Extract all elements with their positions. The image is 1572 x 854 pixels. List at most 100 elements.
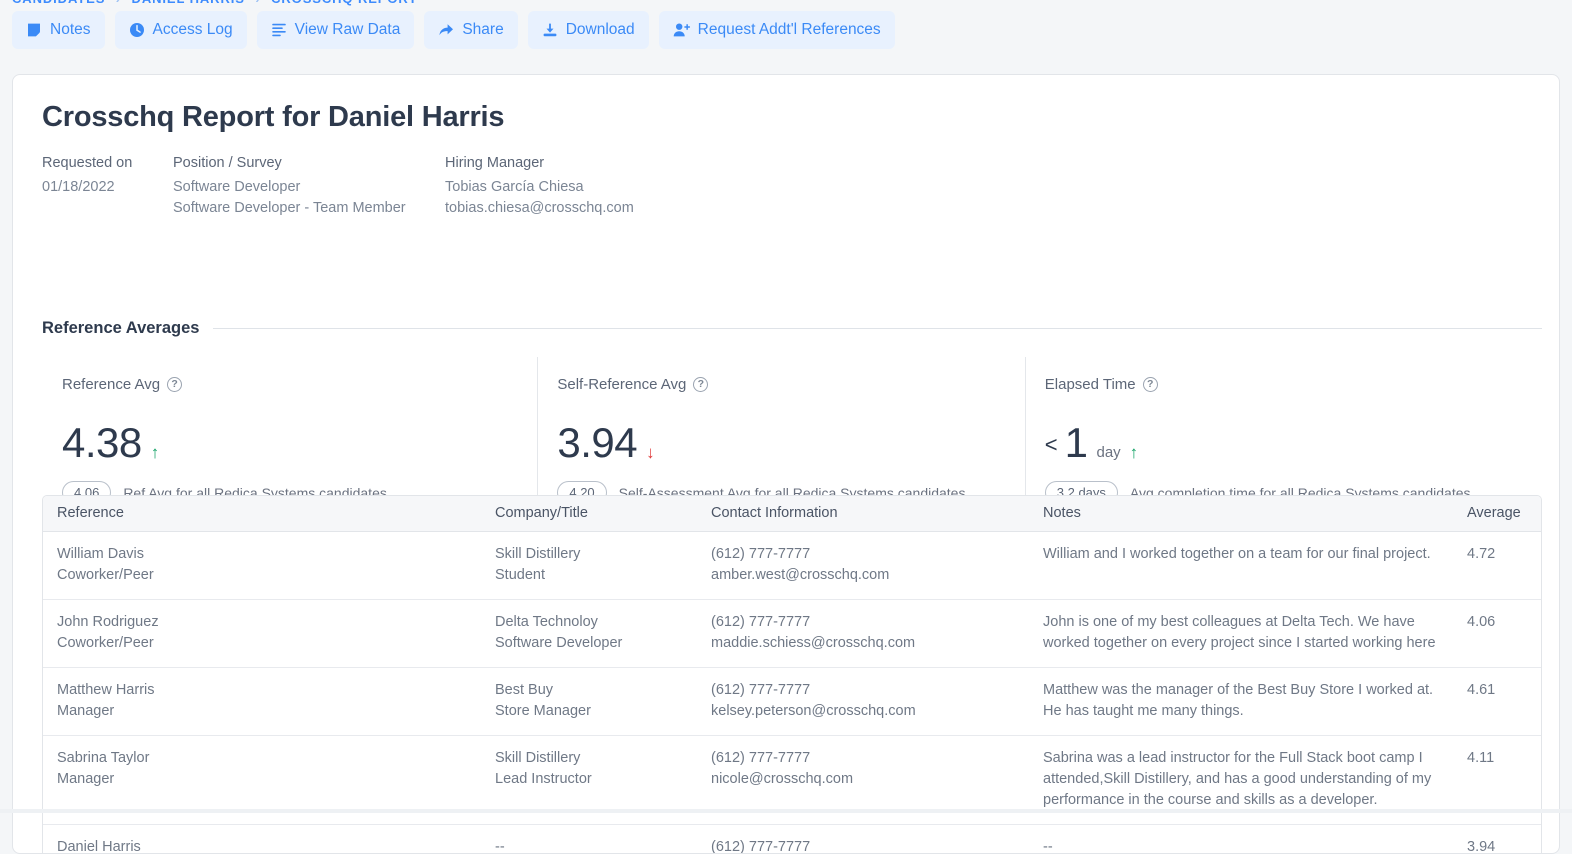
- column-header-contact[interactable]: Contact Information: [697, 496, 1029, 532]
- cell-reference-line-0: Matthew Harris: [57, 680, 467, 701]
- meta-value: Software Developer - Team Member: [173, 198, 445, 219]
- help-icon[interactable]: ?: [167, 377, 182, 392]
- note-icon: [26, 22, 42, 38]
- trend-up-icon: ↑: [1130, 442, 1139, 464]
- cell-company: --: [481, 825, 697, 854]
- cell-average: 3.94: [1453, 825, 1542, 854]
- download-button[interactable]: Download: [528, 11, 649, 49]
- cell-average: 4.61: [1453, 668, 1542, 736]
- help-icon[interactable]: ?: [1143, 377, 1158, 392]
- cell-average-line-0: 4.11: [1467, 748, 1542, 769]
- breadcrumb-separator: ›: [255, 0, 260, 6]
- cell-company-line-1: Student: [495, 565, 683, 586]
- meta-value: 01/18/2022: [42, 177, 173, 198]
- table-row[interactable]: Matthew HarrisManagerBest BuyStore Manag…: [43, 668, 1542, 736]
- table-row[interactable]: Daniel HarrisSelf -- (612) 777-7777tobias.…: [43, 825, 1542, 854]
- cell-average-line-0: 4.72: [1467, 544, 1542, 565]
- column-header-reference[interactable]: Reference: [43, 496, 481, 532]
- cell-notes: --: [1029, 825, 1453, 854]
- request-additional-references-button-label: Request Addt'l References: [698, 22, 881, 38]
- cell-notes: Matthew was the manager of the Best Buy …: [1029, 668, 1453, 736]
- trend-down-icon: ↓: [646, 442, 655, 464]
- stat-header: Reference Avg ?: [62, 376, 537, 393]
- table-head: Reference Company/Title Contact Informat…: [43, 496, 1542, 532]
- column-header-company[interactable]: Company/Title: [481, 496, 697, 532]
- cell-reference-line-0: William Davis: [57, 544, 467, 565]
- cell-notes-line-0: John is one of my best colleagues at Del…: [1043, 612, 1439, 654]
- download-button-label: Download: [566, 22, 635, 38]
- cell-company-line-0: --: [495, 837, 683, 854]
- breadcrumb-separator: ›: [116, 0, 121, 6]
- stat-value: 3.94: [557, 422, 637, 464]
- meta-group-position-survey: Position / Survey Software Developer Sof…: [173, 155, 445, 219]
- breadcrumb-item-2: CROSSCHQ REPORT: [271, 0, 417, 6]
- cell-company-line-1: Software Developer: [495, 633, 683, 654]
- breadcrumb[interactable]: CANDIDATES › DANIEL HARRIS › CROSSCHQ RE…: [12, 0, 418, 7]
- table-row[interactable]: John RodriguezCoworker/PeerDelta Technol…: [43, 600, 1542, 668]
- breadcrumb-item-0[interactable]: CANDIDATES: [12, 0, 105, 6]
- cell-contact-line-0: (612) 777-7777: [711, 612, 1015, 633]
- meta-group-requested-on: Requested on 01/18/2022: [42, 155, 173, 219]
- meta-label: Hiring Manager: [445, 155, 634, 171]
- cell-company-line-0: Skill Distillery: [495, 748, 683, 769]
- meta-group-hiring-manager: Hiring Manager Tobias García Chiesa tobi…: [445, 155, 634, 219]
- view-raw-data-button-label: View Raw Data: [295, 22, 401, 38]
- table-body: William DavisCoworker/PeerSkill Distille…: [43, 532, 1542, 854]
- stat-title: Reference Avg: [62, 376, 160, 393]
- column-header-notes[interactable]: Notes: [1029, 496, 1453, 532]
- stat-unit: day: [1096, 442, 1120, 464]
- cell-reference: Daniel HarrisSelf: [43, 825, 481, 854]
- cell-company-line-0: Best Buy: [495, 680, 683, 701]
- cell-notes-line-0: Matthew was the manager of the Best Buy …: [1043, 680, 1439, 722]
- stat-value-prefix: <: [1045, 426, 1058, 464]
- cell-notes-line-0: --: [1043, 837, 1439, 854]
- breadcrumb-item-1[interactable]: DANIEL HARRIS: [132, 0, 245, 6]
- cell-average: 4.72: [1453, 532, 1542, 600]
- references-table-container: Reference Company/Title Contact Informat…: [42, 495, 1542, 854]
- help-icon[interactable]: ?: [693, 377, 708, 392]
- cell-company: Best BuyStore Manager: [481, 668, 697, 736]
- cell-company-line-1: Lead Instructor: [495, 769, 683, 790]
- cell-notes: John is one of my best colleagues at Del…: [1029, 600, 1453, 668]
- cell-average-line-0: 4.06: [1467, 612, 1542, 633]
- cell-reference: William DavisCoworker/Peer: [43, 532, 481, 600]
- share-button[interactable]: Share: [424, 11, 517, 49]
- stat-value-row: 3.94 ↓: [557, 418, 1024, 464]
- cell-contact: (612) 777-7777tobias.chiesa+danielharris…: [697, 825, 1029, 854]
- table-header-row: Reference Company/Title Contact Informat…: [43, 496, 1542, 532]
- cell-average-line-0: 3.94: [1467, 837, 1542, 854]
- cell-company: Skill DistilleryStudent: [481, 532, 697, 600]
- cell-contact-line-0: (612) 777-7777: [711, 680, 1015, 701]
- meta-value-email: tobias.chiesa@crosschq.com: [445, 198, 634, 219]
- cell-contact-line-1: kelsey.peterson@crosschq.com: [711, 701, 1015, 722]
- cell-reference: Matthew HarrisManager: [43, 668, 481, 736]
- stat-title: Self-Reference Avg: [557, 376, 686, 393]
- download-icon: [542, 22, 558, 38]
- stat-value-row: 4.38 ↑: [62, 418, 537, 464]
- cell-reference-line-1: Manager: [57, 701, 467, 722]
- meta-label: Position / Survey: [173, 155, 445, 171]
- table-row[interactable]: William DavisCoworker/PeerSkill Distille…: [43, 532, 1542, 600]
- cell-contact: (612) 777-7777maddie.schiess@crosschq.co…: [697, 600, 1029, 668]
- list-icon: [271, 22, 287, 38]
- access-log-button-label: Access Log: [153, 22, 233, 38]
- page-bottom-edge: [0, 809, 1572, 813]
- access-log-button[interactable]: Access Log: [115, 11, 247, 49]
- cell-reference-line-1: Manager: [57, 769, 467, 790]
- cell-contact-line-0: (612) 777-7777: [711, 544, 1015, 565]
- column-header-average[interactable]: Average: [1453, 496, 1542, 532]
- report-meta: Requested on 01/18/2022 Position / Surve…: [42, 155, 634, 219]
- trend-up-icon: ↑: [151, 442, 160, 464]
- cell-reference-line-0: Daniel Harris: [57, 837, 467, 854]
- meta-label: Requested on: [42, 155, 173, 171]
- notes-button-label: Notes: [50, 22, 91, 38]
- cell-contact-line-1: maddie.schiess@crosschq.com: [711, 633, 1015, 654]
- references-table: Reference Company/Title Contact Informat…: [43, 496, 1542, 854]
- cell-contact: (612) 777-7777kelsey.peterson@crosschq.c…: [697, 668, 1029, 736]
- cell-contact-line-0: (612) 777-7777: [711, 748, 1015, 769]
- stat-value: 4.38: [62, 422, 142, 464]
- notes-button[interactable]: Notes: [12, 11, 105, 49]
- share-arrow-icon: [438, 22, 454, 38]
- request-additional-references-button[interactable]: Request Addt'l References: [659, 11, 895, 49]
- view-raw-data-button[interactable]: View Raw Data: [257, 11, 415, 49]
